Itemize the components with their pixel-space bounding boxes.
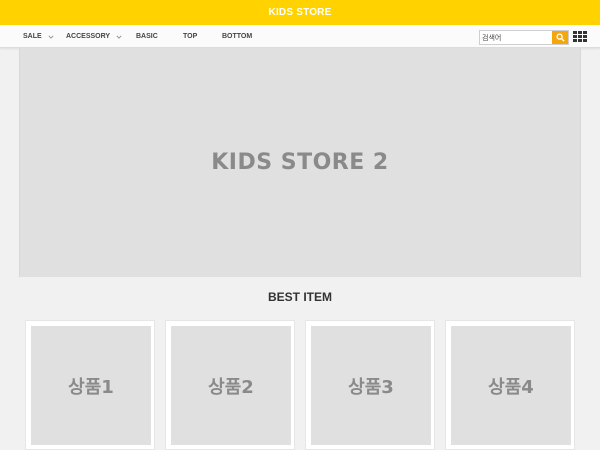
product-image: 상품1 (31, 326, 151, 445)
product-label: 상품3 (348, 376, 394, 398)
store-title[interactable]: KIDS STORE (269, 7, 332, 18)
chevron-down-icon (48, 35, 54, 39)
search-box (479, 30, 569, 45)
chevron-down-icon (116, 35, 122, 39)
hero-banner[interactable]: KIDS STORE 2 (19, 48, 581, 277)
product-label: 상품2 (208, 376, 254, 398)
hero-title: KIDS STORE 2 (211, 150, 389, 175)
search-input[interactable] (480, 31, 552, 44)
nav-item-label: TOP (183, 33, 198, 40)
product-image: 상품2 (171, 326, 291, 445)
nav-item-accessory[interactable]: ACCESSORY (66, 25, 122, 48)
nav-item-label: BASIC (136, 33, 158, 40)
grid-icon[interactable] (573, 31, 587, 43)
product-label: 상품1 (68, 376, 114, 398)
nav-item-label: ACCESSORY (66, 33, 111, 40)
search-icon (555, 33, 565, 42)
product-card-2[interactable]: 상품2 (165, 320, 295, 450)
nav-item-top[interactable]: TOP (183, 25, 197, 48)
nav-item-sale[interactable]: SALE (23, 25, 54, 48)
best-item-heading: BEST ITEM (267, 290, 332, 304)
nav-item-label: SALE (23, 33, 42, 40)
product-label: 상품4 (488, 376, 534, 398)
nav-item-label: BOTTOM (222, 33, 253, 40)
product-image: 상품4 (451, 326, 571, 445)
nav-item-basic[interactable]: BASIC (136, 25, 158, 48)
main-nav: SALE ACCESSORY BASIC TOP BOTTOM (0, 25, 600, 48)
search-button[interactable] (552, 31, 568, 44)
product-card-3[interactable]: 상품3 (305, 320, 435, 450)
product-card-1[interactable]: 상품1 (25, 320, 155, 450)
product-card-4[interactable]: 상품4 (445, 320, 575, 450)
product-image: 상품3 (311, 326, 431, 445)
top-banner: KIDS STORE (0, 0, 600, 25)
nav-item-bottom[interactable]: BOTTOM (222, 25, 252, 48)
